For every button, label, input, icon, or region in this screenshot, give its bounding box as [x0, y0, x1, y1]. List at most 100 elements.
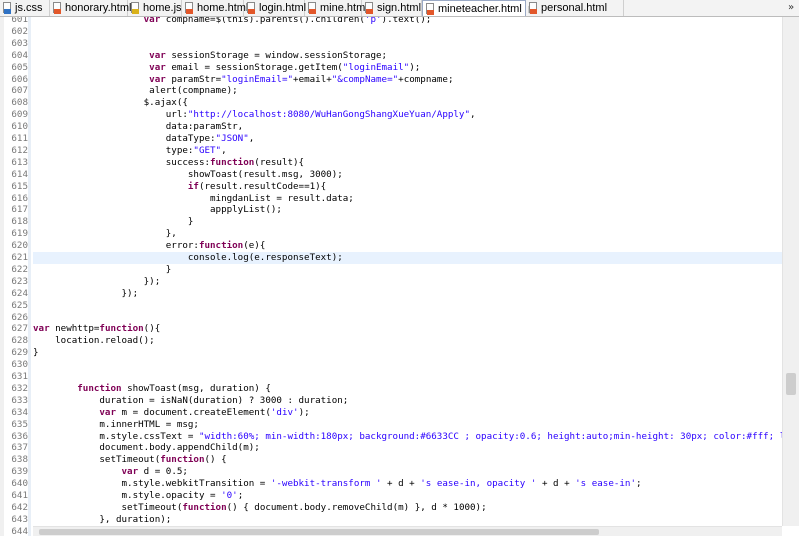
tab-label: login.html	[259, 2, 307, 14]
tab-login-html[interactable]: login.html	[244, 0, 307, 16]
tab-label: sign.html	[377, 2, 422, 14]
html-file-icon	[307, 2, 317, 14]
line-number: 635	[11, 418, 28, 430]
code-line[interactable]: });	[33, 288, 139, 300]
line-number: 632	[11, 382, 28, 394]
code-text-area[interactable]: var compname=$(this).parents().children(…	[33, 17, 799, 536]
code-line[interactable]: var paramStr="loginEmail="+email+"&compN…	[33, 74, 453, 86]
line-number: 629	[11, 347, 28, 359]
code-line[interactable]: }	[33, 216, 194, 228]
line-number-gutter: 601 602 603 604 605 606 607 608 609 610 611 612 613 6…	[4, 17, 28, 536]
line-number: 631	[11, 371, 28, 382]
line-number: 644	[11, 525, 28, 536]
tab-home-js[interactable]: home.js	[128, 0, 182, 16]
code-line[interactable]: var m = document.createElement('div');	[33, 407, 309, 419]
line-number: 627	[11, 323, 28, 335]
line-number: 639	[11, 466, 28, 478]
vertical-scrollbar[interactable]	[782, 17, 799, 526]
code-line[interactable]: m.style.opacity = '0';	[33, 490, 244, 502]
tab-label: mine.html	[320, 2, 368, 14]
tab-home-html[interactable]: home.html	[182, 0, 248, 16]
line-number: 623	[11, 275, 28, 287]
line-number: 612	[11, 144, 28, 156]
tab-mine-html[interactable]: mine.html	[305, 0, 368, 16]
horizontal-scrollbar-thumb[interactable]	[39, 529, 599, 535]
quick-diff-ruler	[28, 17, 31, 536]
html-file-icon	[364, 2, 374, 14]
line-number: 606	[11, 73, 28, 85]
code-line[interactable]: },	[33, 228, 177, 240]
code-line[interactable]: if(result.resultCode==1){	[33, 181, 326, 193]
line-number: 601	[11, 17, 28, 25]
code-line[interactable]: data:paramStr,	[33, 121, 243, 133]
code-line[interactable]: var email = sessionStorage.getItem("logi…	[33, 62, 420, 74]
code-line[interactable]: var newhttp=function(){	[33, 323, 160, 335]
line-number: 610	[11, 121, 28, 133]
tab-label: personal.html	[541, 2, 608, 14]
code-line[interactable]: var d = 0.5;	[33, 466, 188, 478]
code-line[interactable]: function showToast(msg, duration) {	[33, 383, 271, 395]
line-number: 620	[11, 240, 28, 252]
code-line[interactable]: m.style.webkitTransition = '-webkit-tran…	[33, 478, 642, 490]
code-line[interactable]: $.ajax({	[33, 97, 188, 109]
js-file-icon	[130, 2, 140, 14]
line-number: 625	[11, 299, 28, 311]
code-editor[interactable]: 601 602 603 604 605 606 607 608 609 610 611 612 613 6…	[0, 17, 799, 536]
html-file-icon	[184, 2, 194, 14]
line-number: 605	[11, 61, 28, 73]
html-file-icon	[425, 3, 435, 15]
line-number: 618	[11, 216, 28, 228]
code-line[interactable]: var compname=$(this).parents().children(…	[33, 17, 432, 26]
code-line[interactable]: }	[33, 347, 39, 359]
line-number: 638	[11, 454, 28, 466]
code-line[interactable]: m.style.cssText = "width:60%; min-width:…	[33, 431, 799, 443]
tab-label: home.js	[143, 2, 182, 14]
line-number: 643	[11, 513, 28, 525]
code-line[interactable]: });	[33, 276, 161, 288]
tab-honorary-html[interactable]: honorary.html	[50, 0, 132, 16]
html-file-icon	[528, 2, 538, 14]
code-line[interactable]: type:"GET",	[33, 145, 227, 157]
code-line[interactable]: error:function(e){	[33, 240, 266, 252]
code-line[interactable]: url:"http://localhost:8080/WuHanGongShan…	[33, 109, 476, 121]
code-line[interactable]: location.reload();	[33, 335, 155, 347]
horizontal-scrollbar[interactable]	[33, 526, 782, 536]
chevron-right-icon[interactable]: »	[785, 1, 797, 15]
code-line[interactable]: var sessionStorage = window.sessionStora…	[33, 50, 387, 62]
vertical-scrollbar-thumb[interactable]	[786, 373, 796, 395]
line-number: 641	[11, 490, 28, 501]
editor-tab-bar: js.css honorary.html home.js home.html login…	[0, 0, 799, 17]
code-line[interactable]: }	[33, 264, 172, 276]
code-line[interactable]: duration = isNaN(duration) ? 3000 : dura…	[33, 395, 348, 407]
line-number: 603	[11, 37, 28, 49]
tab-personal-html[interactable]: personal.html	[526, 0, 624, 16]
code-line[interactable]: }, duration);	[33, 514, 171, 526]
tab-label: honorary.html	[65, 2, 132, 14]
code-line[interactable]: dataType:"JSON",	[33, 133, 255, 145]
code-line[interactable]: console.log(e.responseText);	[33, 252, 343, 264]
code-line[interactable]: document.body.appendChild(m);	[33, 442, 259, 454]
code-line[interactable]: alert(compname);	[33, 85, 238, 97]
line-number: 602	[11, 25, 28, 37]
line-number: 615	[11, 180, 28, 192]
tab-label: mineteacher.html	[438, 3, 522, 15]
code-line[interactable]: setTimeout(function() {	[33, 454, 226, 466]
code-line[interactable]: setTimeout(function() { document.body.re…	[33, 502, 487, 514]
code-line[interactable]: m.innerHTML = msg;	[33, 419, 199, 431]
code-line[interactable]: showToast(result.msg, 3000);	[33, 169, 343, 181]
html-file-icon	[246, 2, 256, 14]
tab-label: home.html	[197, 2, 249, 14]
tab-sign-html[interactable]: sign.html	[362, 0, 422, 16]
line-number: 617	[11, 204, 28, 216]
line-number: 626	[11, 311, 28, 323]
code-line[interactable]: appplyList();	[33, 204, 282, 216]
html-file-icon	[52, 2, 62, 14]
css-file-icon	[2, 2, 12, 14]
line-number: 642	[11, 501, 28, 513]
code-line[interactable]: success:function(result){	[33, 157, 304, 169]
tab-mineteacher-html[interactable]: mineteacher.html⊠	[422, 0, 537, 16]
line-number: 624	[11, 287, 28, 299]
code-line[interactable]: mingdanList = result.data;	[33, 193, 354, 205]
line-number: 622	[11, 263, 28, 275]
tab-js-css[interactable]: js.css	[0, 0, 50, 16]
